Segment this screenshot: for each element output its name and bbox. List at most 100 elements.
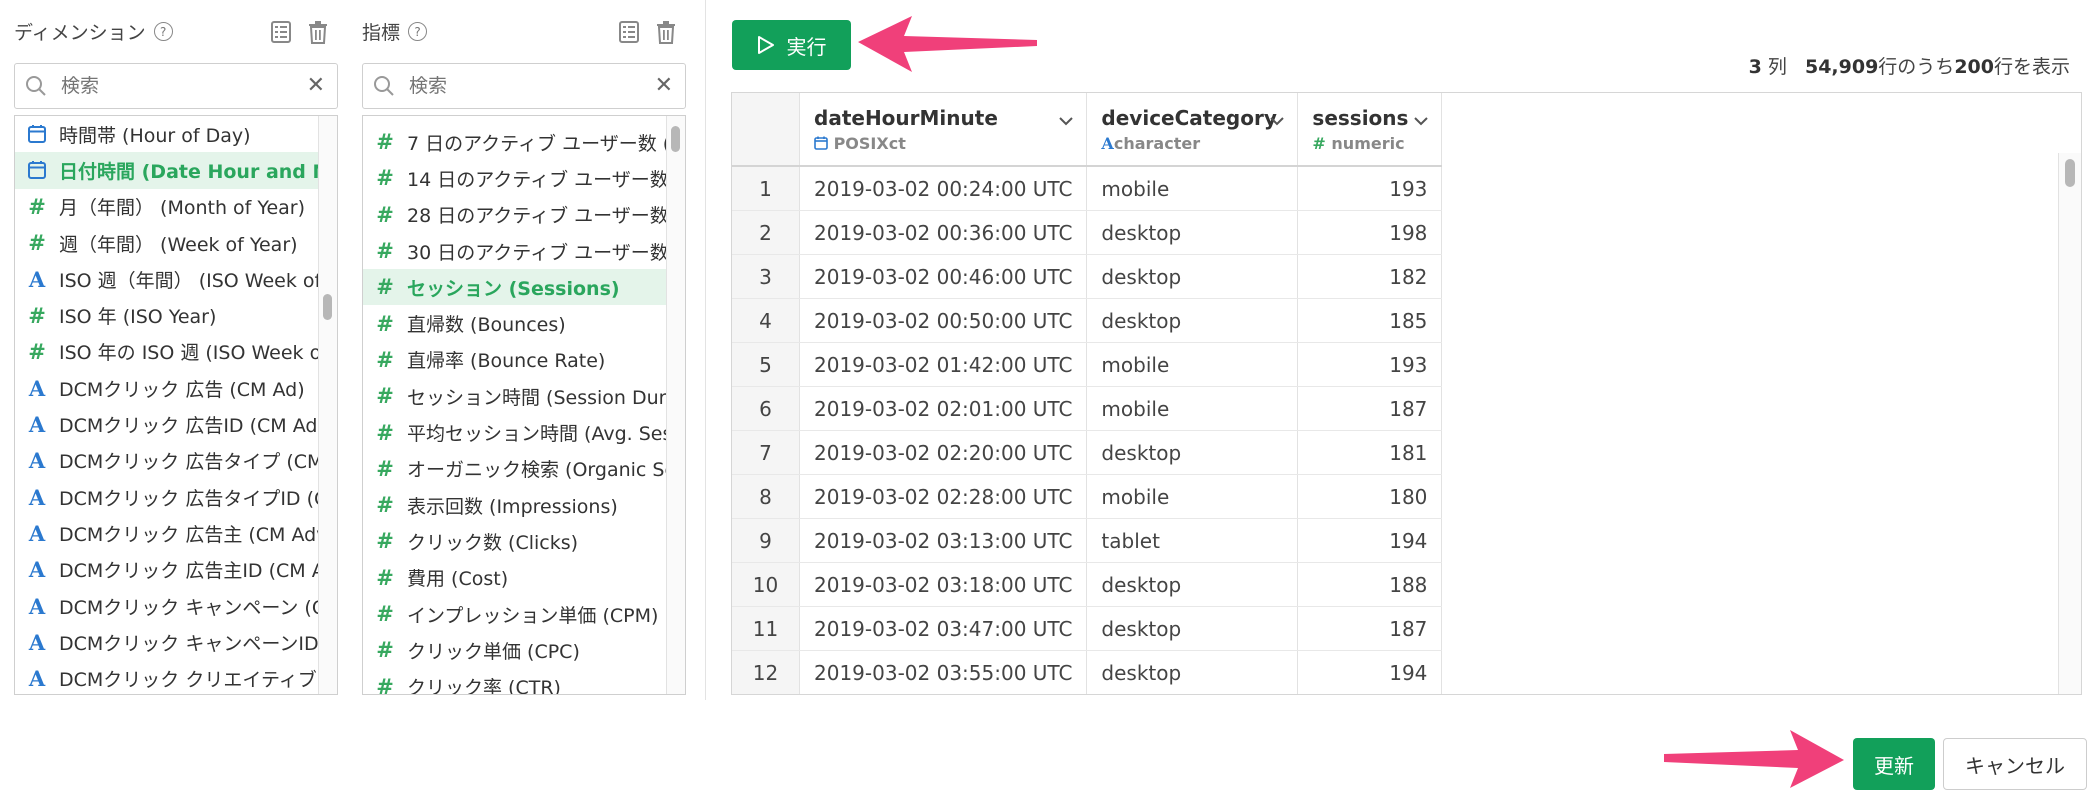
character-icon: A: [28, 557, 46, 583]
sessions-cell: 181: [1297, 430, 1443, 475]
scrollbar-thumb[interactable]: [2065, 159, 2075, 187]
column-type: POSIXct: [814, 134, 1086, 153]
sessions-cell: 193: [1297, 166, 1443, 211]
list-item[interactable]: A DCMクリック 広告主ID (CM Advertiser ID): [15, 552, 337, 588]
list-item[interactable]: A DCMクリック 広告 (CM Ad): [15, 370, 337, 406]
datehourminute-cell: 2019-03-02 01:42:00 UTC: [799, 342, 1088, 387]
list-item[interactable]: # 月（年間） (Month of Year): [15, 189, 337, 225]
character-icon: A: [28, 375, 46, 401]
clear-icon[interactable]: ✕: [307, 73, 325, 98]
list-item[interactable]: 時間帯 (Hour of Day): [15, 116, 337, 152]
numeric-icon: #: [28, 231, 46, 256]
run-button[interactable]: 実行: [732, 20, 851, 70]
clear-icon[interactable]: ✕: [655, 73, 673, 98]
list-item-label: 直帰率 (Bounce Rate): [407, 350, 606, 373]
list-item[interactable]: #28 日のアクティブ ユーザー数 (28 Day Active Users): [363, 197, 685, 233]
list-item[interactable]: A DCMクリック キャンペーン (CM Campaign): [15, 588, 337, 624]
scrollbar-thumb[interactable]: [671, 126, 680, 152]
list-item[interactable]: A DCMクリック 広告タイプID (CM Ad Type ID): [15, 479, 337, 515]
column-unit: 列: [1761, 56, 1787, 78]
metric-list-scrollbar[interactable]: [666, 116, 685, 694]
list-item-label: DCMクリック 広告タイプID (CM Ad Type ID): [59, 487, 337, 510]
list-item-label: 週（年間） (Week of Year): [59, 233, 298, 256]
list-item[interactable]: # 表示回数 (Impressions): [363, 487, 685, 523]
list-item[interactable]: #7 日のアクティブ ユーザー数 (7 Day Active Users): [363, 124, 685, 160]
devicecategory-cell: tablet: [1086, 518, 1299, 563]
table-row: 10 2019-03-02 03:18:00 UTC desktop 188: [732, 562, 1443, 607]
list-item[interactable]: # ISO 年 (ISO Year): [15, 297, 337, 333]
list-view-icon[interactable]: [618, 20, 642, 46]
list-item[interactable]: # インプレッション単価 (CPM): [363, 596, 685, 632]
character-icon: A: [28, 520, 46, 546]
list-item[interactable]: 日付時間 (Date Hour and Minute): [15, 152, 337, 189]
table-row: 8 2019-03-02 02:28:00 UTC mobile 180: [732, 474, 1443, 519]
datehourminute-cell: 2019-03-02 03:55:00 UTC: [799, 650, 1088, 694]
chevron-down-icon[interactable]: [1413, 113, 1429, 129]
devicecategory-cell: desktop: [1086, 430, 1299, 475]
row-number-header: [732, 93, 800, 167]
dimension-search-input[interactable]: [59, 74, 213, 98]
list-item[interactable]: #30 日のアクティブ ユーザー数 (30 Day Active Users): [363, 233, 685, 269]
list-item-label: DCMクリック キャンペーン (CM Campaign): [59, 596, 337, 619]
update-button[interactable]: 更新: [1853, 738, 1935, 790]
list-item-label: 日付時間 (Date Hour and Minute): [59, 160, 337, 183]
list-item[interactable]: # クリック率 (CTR): [363, 668, 685, 695]
datehourminute-cell: 2019-03-02 00:24:00 UTC: [799, 166, 1088, 211]
list-item-label: 費用 (Cost): [407, 568, 509, 591]
list-item[interactable]: A DCMクリック クリエイティブ (CM Creative): [15, 660, 337, 694]
column-header-sessions[interactable]: sessions # numeric: [1297, 93, 1443, 167]
list-item[interactable]: A DCMクリック 広告主 (CM Advertiser): [15, 515, 337, 551]
arrow-annotation-icon: [1664, 730, 1844, 788]
numeric-icon: #: [376, 420, 394, 445]
list-item[interactable]: # セッション (Sessions): [363, 269, 685, 306]
trash-icon[interactable]: [307, 20, 331, 46]
column-header-datehourminute[interactable]: dateHourMinute POSIXct: [799, 93, 1088, 167]
table-row: 2 2019-03-02 00:36:00 UTC desktop 198: [732, 210, 1443, 255]
dimension-title-text: ディメンション: [14, 22, 146, 44]
chevron-down-icon[interactable]: [1058, 113, 1074, 129]
metric-search-input[interactable]: [407, 74, 561, 98]
list-item-label: DCMクリック 広告タイプ (CM Ad Type): [59, 451, 337, 474]
trash-icon[interactable]: [655, 20, 679, 46]
list-item[interactable]: #14 日のアクティブ ユーザー数 (14 Day Active Users): [363, 160, 685, 196]
list-item-label: 平均セッション時間 (Avg. Session Duration): [407, 423, 685, 446]
arrow-annotation-icon: [858, 16, 1037, 72]
list-item[interactable]: # クリック数 (Clicks): [363, 523, 685, 559]
list-item[interactable]: # 平均セッション時間 (Avg. Session Duration): [363, 414, 685, 450]
cancel-button[interactable]: キャンセル: [1943, 738, 2087, 790]
help-icon[interactable]: ?: [408, 22, 428, 41]
list-item-label: 14 日のアクティブ ユーザー数 (14 Day Active Users): [407, 168, 685, 191]
list-item[interactable]: A DCMクリック 広告ID (CM Ad ID): [15, 406, 337, 442]
numeric-icon: #: [376, 239, 394, 264]
datehourminute-cell: 2019-03-02 03:47:00 UTC: [799, 606, 1088, 651]
list-item[interactable]: A DCMクリック キャンペーンID (CM Campaign ID): [15, 624, 337, 660]
list-item-label: DCMクリック 広告ID (CM Ad ID): [59, 415, 337, 438]
scrollbar-thumb[interactable]: [323, 294, 332, 320]
row-number-cell: 1: [732, 166, 800, 211]
total-rows: 54,909: [1804, 56, 1879, 78]
list-item[interactable]: # オーガニック検索 (Organic Searches): [363, 451, 685, 487]
dimension-list-scrollbar[interactable]: [318, 116, 337, 694]
list-item-label: クリック数 (Clicks): [407, 531, 579, 554]
list-item-label: 表示回数 (Impressions): [407, 495, 618, 518]
list-item[interactable]: # ISO 年の ISO 週 (ISO Week of ISO Year): [15, 334, 337, 370]
chevron-down-icon[interactable]: [1269, 113, 1285, 129]
run-button-label: 実行: [786, 34, 827, 59]
list-item[interactable]: A ISO 週（年間） (ISO Week of Year): [15, 261, 337, 297]
list-item[interactable]: # 費用 (Cost): [363, 560, 685, 596]
list-item[interactable]: # 週（年間） (Week of Year): [15, 225, 337, 261]
list-item-label: 直帰数 (Bounces): [407, 314, 566, 337]
list-item-label: クリック率 (CTR): [407, 677, 561, 695]
list-item[interactable]: # クリック単価 (CPC): [363, 632, 685, 668]
list-item[interactable]: A DCMクリック 広告タイプ (CM Ad Type): [15, 443, 337, 479]
list-view-icon[interactable]: [270, 20, 294, 46]
list-item[interactable]: # 直帰率 (Bounce Rate): [363, 342, 685, 378]
column-header-devicecategory[interactable]: deviceCategory Acharacter: [1086, 93, 1299, 167]
character-icon: A: [28, 412, 46, 438]
table-row: 9 2019-03-02 03:13:00 UTC tablet 194: [732, 518, 1443, 563]
table-scrollbar[interactable]: [2058, 153, 2081, 694]
list-item[interactable]: # セッション時間 (Session Duration): [363, 378, 685, 414]
help-icon[interactable]: ?: [153, 22, 173, 41]
cancel-button-label: キャンセル: [1965, 753, 2065, 778]
list-item[interactable]: # 直帰数 (Bounces): [363, 305, 685, 341]
